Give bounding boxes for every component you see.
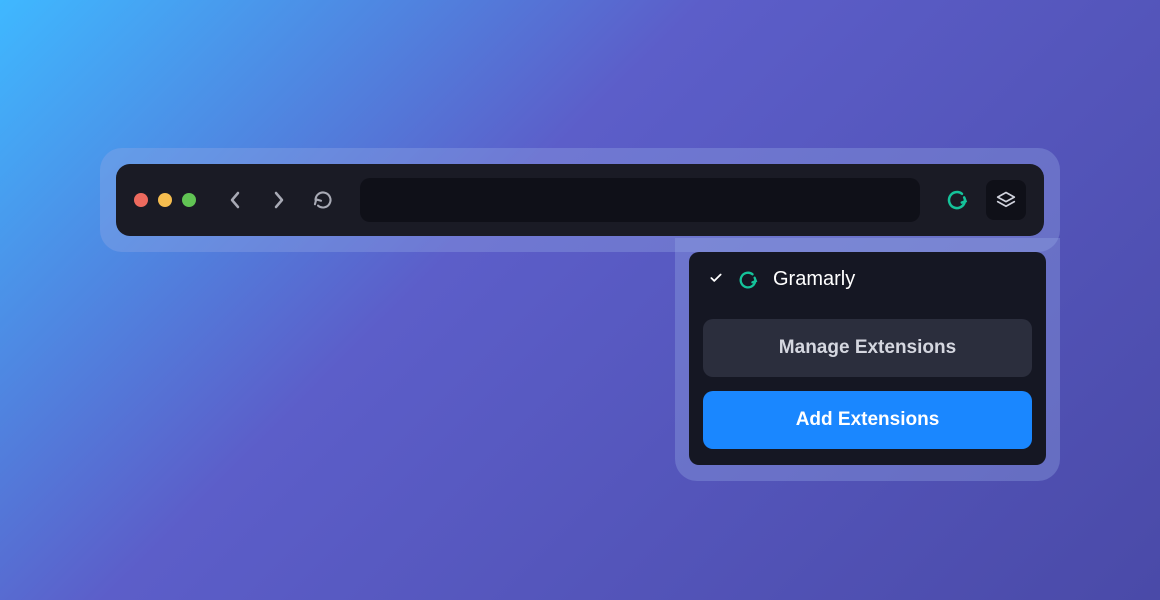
close-window-button[interactable] bbox=[134, 193, 148, 207]
check-icon bbox=[709, 271, 723, 288]
reload-button[interactable] bbox=[308, 185, 338, 215]
manage-extensions-button[interactable]: Manage Extensions bbox=[703, 319, 1032, 377]
extension-name: Gramarly bbox=[773, 268, 855, 291]
maximize-window-button[interactable] bbox=[182, 193, 196, 207]
extensions-button[interactable] bbox=[986, 180, 1026, 220]
add-extensions-button[interactable]: Add Extensions bbox=[703, 391, 1032, 449]
grammarly-icon bbox=[737, 269, 759, 291]
browser-toolbar bbox=[116, 164, 1044, 236]
extensions-popup-wrapper: Gramarly Manage Extensions Add Extension… bbox=[675, 238, 1060, 481]
chevron-left-icon bbox=[229, 191, 241, 209]
chevron-right-icon bbox=[273, 191, 285, 209]
grammarly-extension-button[interactable] bbox=[942, 185, 972, 215]
minimize-window-button[interactable] bbox=[158, 193, 172, 207]
back-button[interactable] bbox=[220, 185, 250, 215]
extensions-popup: Gramarly Manage Extensions Add Extension… bbox=[689, 252, 1046, 465]
forward-button[interactable] bbox=[264, 185, 294, 215]
window-controls bbox=[134, 193, 196, 207]
address-bar[interactable] bbox=[360, 178, 920, 222]
extension-row[interactable]: Gramarly bbox=[689, 252, 1046, 307]
popup-body: Manage Extensions Add Extensions bbox=[689, 307, 1046, 465]
layers-icon bbox=[996, 190, 1016, 210]
toolbar-wrapper bbox=[100, 148, 1060, 252]
reload-icon bbox=[313, 190, 333, 210]
grammarly-icon bbox=[945, 188, 969, 212]
